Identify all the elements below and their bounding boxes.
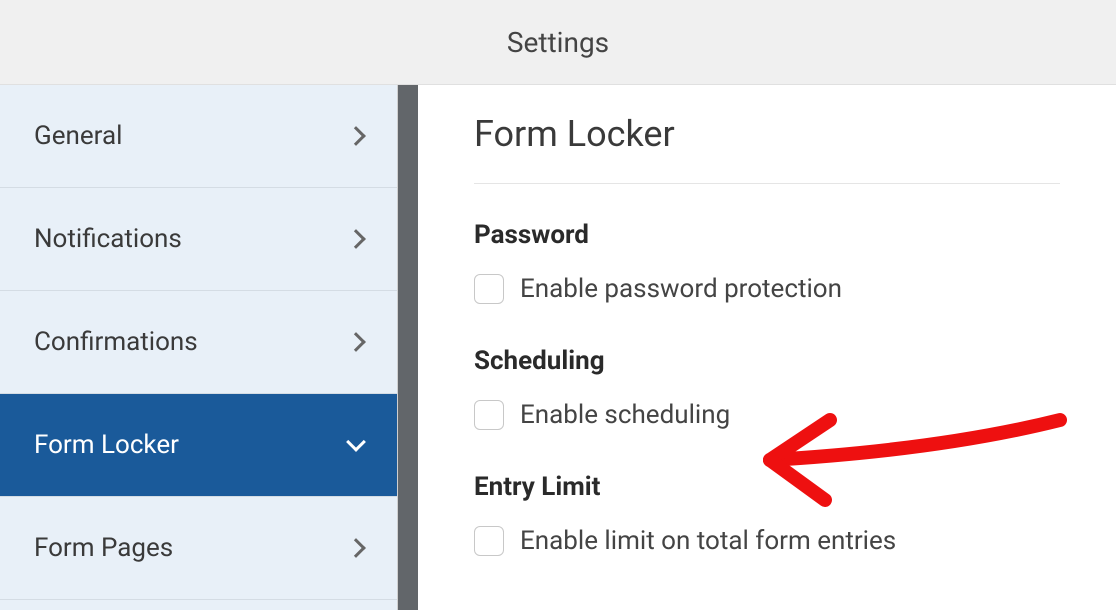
chevron-right-icon [346,538,366,558]
chevron-right-icon [346,332,366,352]
sidebar-item-general[interactable]: General [0,85,397,188]
checkbox-label: Enable limit on total form entries [520,526,896,556]
checkbox-row-scheduling: Enable scheduling [474,400,1060,430]
page-title: Form Locker [474,113,1060,184]
sidebar-item-notifications[interactable]: Notifications [0,188,397,291]
sidebar-divider [398,85,418,610]
sidebar-item-form-locker[interactable]: Form Locker [0,394,397,497]
sidebar-item-label: Form Pages [34,533,173,563]
checkbox-row-entry-limit: Enable limit on total form entries [474,526,1060,556]
sidebar-item-label: Confirmations [34,327,198,357]
checkbox-label: Enable scheduling [520,400,730,430]
chevron-right-icon [346,126,366,146]
content: General Notifications Confirmations Form… [0,85,1116,610]
checkbox-scheduling[interactable] [474,400,504,430]
sidebar-item-label: General [34,121,122,151]
section-heading-scheduling: Scheduling [474,346,1060,376]
header: Settings [0,0,1116,85]
sidebar-item-label: Notifications [34,224,182,254]
checkbox-row-password: Enable password protection [474,274,1060,304]
header-title: Settings [507,26,609,59]
sidebar: General Notifications Confirmations Form… [0,85,398,610]
chevron-down-icon [346,432,366,452]
sidebar-item-confirmations[interactable]: Confirmations [0,291,397,394]
sidebar-item-form-pages[interactable]: Form Pages [0,497,397,600]
checkbox-password-protection[interactable] [474,274,504,304]
main-panel: Form Locker Password Enable password pro… [418,85,1116,610]
chevron-right-icon [346,229,366,249]
section-heading-password: Password [474,220,1060,250]
checkbox-entry-limit[interactable] [474,526,504,556]
sidebar-item-label: Form Locker [34,430,179,460]
section-heading-entry-limit: Entry Limit [474,472,1060,502]
checkbox-label: Enable password protection [520,274,842,304]
